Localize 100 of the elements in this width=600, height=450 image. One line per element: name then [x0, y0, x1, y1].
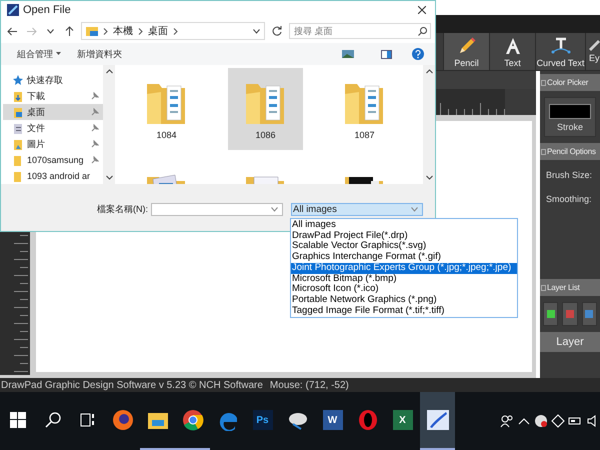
- window-title: Open File: [23, 4, 72, 16]
- toolbar-button[interactable]: Text: [489, 33, 535, 70]
- arrow-right-icon: [26, 26, 36, 36]
- folder-icon: [146, 410, 168, 430]
- chevron-down-icon: [253, 28, 260, 34]
- chevron-down-icon: [411, 207, 418, 212]
- people-icon: [500, 414, 514, 428]
- picture-folder-icon: [13, 138, 23, 150]
- chevron-right-icon: [103, 28, 108, 34]
- taskbar-button[interactable]: [420, 392, 455, 450]
- nav-item[interactable]: 圖片: [3, 136, 103, 152]
- chevron-down-icon: [271, 207, 278, 212]
- mouse-position: Mouse: (712, -52): [270, 380, 349, 390]
- scrollbar[interactable]: [423, 65, 435, 184]
- star-icon: [13, 75, 23, 85]
- taskbar-button[interactable]: X: [385, 392, 420, 450]
- add-layer-button[interactable]: [543, 302, 558, 326]
- eyedropper-icon: [589, 40, 600, 51]
- arrow-up-icon: [64, 26, 74, 36]
- chevron-right-icon: [138, 28, 143, 34]
- toolbar-button[interactable]: 組合管理: [11, 46, 67, 62]
- square-icon: [585, 310, 594, 318]
- security-icon: [534, 414, 548, 428]
- nav-item[interactable]: 下載: [3, 88, 103, 104]
- app-letter-icon: X: [392, 410, 412, 430]
- field-label: Brush Size:: [545, 169, 594, 182]
- search-icon: [418, 27, 427, 36]
- nav-item[interactable]: 文件: [3, 120, 103, 136]
- refresh-button[interactable]: [270, 24, 284, 38]
- folder-icon: [13, 170, 23, 182]
- breadcrumb-item[interactable]: 本機: [113, 24, 133, 38]
- toolbar-button[interactable]: 新增資料夾: [71, 46, 128, 62]
- windows-icon: [10, 412, 26, 428]
- panel-header[interactable]: Pencil Options: [540, 143, 600, 160]
- dropdown-option[interactable]: Graphics Interchange Format (*.gif): [291, 252, 518, 263]
- scroll-down-icon: [426, 175, 432, 180]
- stroke-swatch-card[interactable]: Stroke: [544, 97, 596, 137]
- nav-item[interactable]: 快速存取: [3, 72, 103, 88]
- download-folder-icon: [13, 90, 23, 102]
- breadcrumb-item[interactable]: 桌面: [148, 24, 168, 38]
- folder-item[interactable]: 1086: [228, 68, 303, 150]
- dropdown-option[interactable]: Portable Network Graphics (*.png): [291, 294, 518, 306]
- dropdown-option[interactable]: Microsoft Bitmap (*.bmp): [291, 274, 518, 284]
- panel-header[interactable]: Color Picker: [540, 74, 600, 91]
- taskbar-button[interactable]: W: [315, 392, 350, 450]
- swatch-label: Stroke: [556, 122, 583, 132]
- search-field[interactable]: 搜尋 桌面: [289, 23, 431, 39]
- status-text: DrawPad Graphic Design Software v 5.23 © NCH Software: [1, 380, 263, 390]
- field-label: Smoothing:: [545, 193, 593, 206]
- scrollbar[interactable]: [103, 65, 115, 184]
- file-type-dropdown[interactable]: All images: [291, 203, 423, 216]
- taskbar-button[interactable]: Ps: [245, 392, 280, 450]
- panel-header[interactable]: Layer List: [540, 279, 600, 296]
- layer-header: Layer: [540, 332, 600, 352]
- color-swatch[interactable]: [549, 104, 591, 119]
- dropdown-option[interactable]: Joint Photographic Experts Group (*.jpg;*.jpeg;*.jpe): [291, 262, 518, 274]
- dropdown-option[interactable]: Microsoft Icon (*.ico): [291, 284, 518, 295]
- close-icon: [418, 6, 426, 14]
- delete-layer-button[interactable]: [562, 302, 578, 326]
- chevron-up-icon: [518, 417, 530, 425]
- document-folder-icon: [13, 122, 23, 134]
- chevron-down-icon: [46, 28, 54, 34]
- pane-icon: [380, 50, 392, 58]
- folder-item[interactable]: 1087: [327, 68, 402, 150]
- toolbar-button[interactable]: Curved Text: [535, 33, 585, 70]
- layer-button[interactable]: [582, 302, 597, 326]
- toolbar-button[interactable]: Pencil: [443, 33, 489, 70]
- address-bar[interactable]: 本機 桌面: [81, 22, 265, 40]
- help-icon: [412, 48, 424, 60]
- help-button[interactable]: [411, 47, 425, 61]
- search-icon: [44, 412, 60, 428]
- browser-icon: [182, 409, 204, 431]
- dropdown-option[interactable]: Tagged Image File Format (*.tif;*.tiff): [291, 306, 518, 316]
- battery-icon: [568, 416, 582, 426]
- dropdown-option[interactable]: All images: [291, 220, 518, 231]
- scroll-up-icon: [106, 69, 112, 74]
- refresh-icon: [272, 26, 282, 36]
- file-name-field[interactable]: [151, 203, 283, 216]
- toolbar-button[interactable]: Ey: [585, 33, 600, 70]
- app-letter-icon: Ps: [252, 410, 272, 430]
- nav-item[interactable]: 1093 android ar: [3, 168, 103, 184]
- folder-item[interactable]: 1084: [129, 68, 204, 150]
- preview-pane-button[interactable]: [379, 47, 393, 61]
- folder-icon: [86, 26, 98, 36]
- app-letter-icon: W: [322, 410, 342, 430]
- nav-item[interactable]: 桌面: [3, 104, 103, 120]
- file-name-label: 檔案名稱(N):: [96, 203, 149, 216]
- view-button[interactable]: [341, 47, 355, 61]
- picture-icon: [342, 50, 354, 58]
- browser-icon: [112, 409, 134, 431]
- nav-item[interactable]: 1070samsung: [3, 152, 103, 168]
- network-icon: [550, 414, 564, 428]
- app-icon: [7, 4, 19, 16]
- curved-text-icon: [550, 36, 572, 56]
- chevron-right-icon: [173, 28, 178, 34]
- folder-icon: [13, 154, 23, 166]
- task-view-icon: [80, 412, 96, 428]
- dropdown-option[interactable]: Scalable Vector Graphics(*.svg): [291, 241, 518, 252]
- paint-brush-icon: [426, 409, 450, 431]
- dropdown-option[interactable]: DrawPad Project File(*.drp): [291, 230, 518, 242]
